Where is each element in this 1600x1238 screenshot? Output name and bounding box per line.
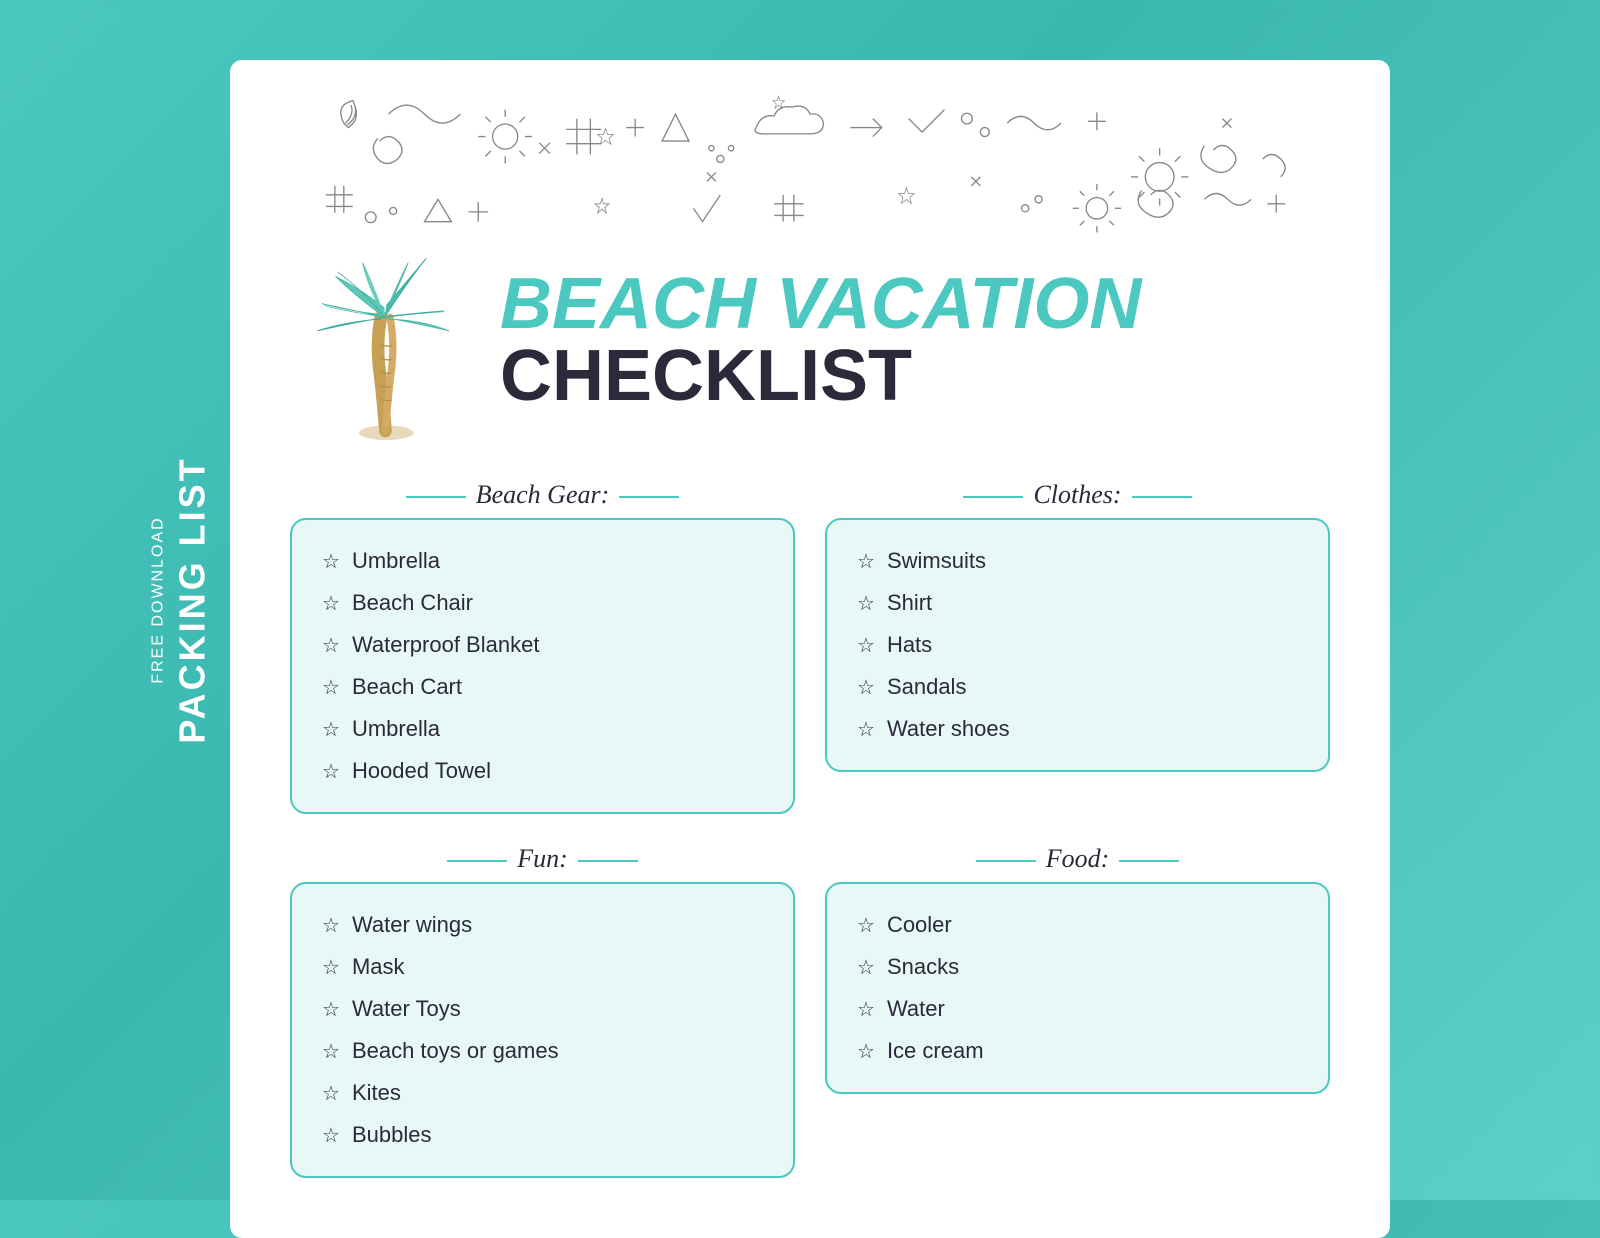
list-item-text: Water Toys	[352, 996, 461, 1022]
list-item: ☆ Hooded Towel	[322, 750, 763, 792]
star-icon: ☆	[857, 591, 875, 616]
list-item-text: Water shoes	[887, 716, 1010, 742]
category-box-clothes: ☆ Swimsuits ☆ Shirt ☆ Hats ☆ Sandals ☆ Water shoe…	[825, 518, 1330, 772]
star-icon: ☆	[322, 717, 340, 742]
list-item: ☆ Umbrella	[322, 708, 763, 750]
category-title-beach-gear: Beach Gear:	[290, 480, 795, 510]
star-icon: ☆	[322, 633, 340, 658]
list-item: ☆ Beach toys or games	[322, 1030, 763, 1072]
star-icon: ☆	[857, 717, 875, 742]
star-icon: ☆	[322, 549, 340, 574]
sidebar-packing-list: PACKING LIST	[172, 456, 214, 743]
title-line1: BEACH VACATION	[500, 268, 1141, 340]
list-item: ☆ Water Toys	[322, 988, 763, 1030]
star-icon: ☆	[322, 759, 340, 784]
list-item-text: Mask	[352, 954, 405, 980]
list-item-text: Umbrella	[352, 716, 440, 742]
star-icon: ☆	[857, 549, 875, 574]
star-icon: ☆	[322, 997, 340, 1022]
list-item-text: Bubbles	[352, 1122, 432, 1148]
list-item: ☆ Hats	[857, 624, 1298, 666]
list-item-text: Water wings	[352, 912, 472, 938]
list-item-text: Beach Chair	[352, 590, 473, 616]
category-title-food: Food:	[825, 844, 1330, 874]
palm-tree-icon	[310, 240, 470, 440]
list-item-text: Hats	[887, 632, 932, 658]
star-icon: ☆	[857, 675, 875, 700]
category-title-fun: Fun:	[290, 844, 795, 874]
list-item-text: Cooler	[887, 912, 952, 938]
doodle-header	[290, 60, 1330, 240]
list-item: ☆ Beach Cart	[322, 666, 763, 708]
list-item: ☆ Kites	[322, 1072, 763, 1114]
list-item: ☆ Water wings	[322, 904, 763, 946]
category-box-food: ☆ Cooler ☆ Snacks ☆ Water ☆ Ice cream	[825, 882, 1330, 1094]
star-icon: ☆	[857, 955, 875, 980]
list-item-text: Kites	[352, 1080, 401, 1106]
main-card: BEACH VACATION CHECKLIST Beach Gear: ☆ Umb…	[230, 60, 1390, 1238]
star-icon: ☆	[857, 997, 875, 1022]
category-title-clothes: Clothes:	[825, 480, 1330, 510]
star-icon: ☆	[322, 1081, 340, 1106]
title-text: BEACH VACATION CHECKLIST	[500, 268, 1141, 412]
list-item-text: Beach Cart	[352, 674, 462, 700]
list-item: ☆ Water shoes	[857, 708, 1298, 750]
sidebar-free-download: FREE DOWNLOAD	[150, 456, 168, 743]
list-item: ☆ Cooler	[857, 904, 1298, 946]
list-item: ☆ Umbrella	[322, 540, 763, 582]
list-item: ☆ Mask	[322, 946, 763, 988]
list-item-text: Sandals	[887, 674, 967, 700]
list-item: ☆ Snacks	[857, 946, 1298, 988]
list-item-text: Ice cream	[887, 1038, 984, 1064]
list-item: ☆ Sandals	[857, 666, 1298, 708]
title-section: BEACH VACATION CHECKLIST	[290, 240, 1330, 440]
list-item-text: Hooded Towel	[352, 758, 491, 784]
star-icon: ☆	[322, 1123, 340, 1148]
star-icon: ☆	[322, 675, 340, 700]
category-box-beach-gear: ☆ Umbrella ☆ Beach Chair ☆ Waterproof Blanket…	[290, 518, 795, 814]
list-item-text: Shirt	[887, 590, 932, 616]
list-item: ☆ Ice cream	[857, 1030, 1298, 1072]
category-box-fun: ☆ Water wings ☆ Mask ☆ Water Toys ☆ Beach toys …	[290, 882, 795, 1178]
sidebar: FREE DOWNLOAD PACKING LIST	[150, 456, 214, 743]
star-icon: ☆	[322, 913, 340, 938]
list-item: ☆ Waterproof Blanket	[322, 624, 763, 666]
star-icon: ☆	[857, 913, 875, 938]
list-item-text: Water	[887, 996, 945, 1022]
list-item-text: Waterproof Blanket	[352, 632, 540, 658]
list-item: ☆ Bubbles	[322, 1114, 763, 1156]
category-food: Food: ☆ Cooler ☆ Snacks ☆ Water ☆ Ice cream	[825, 844, 1330, 1178]
category-beach-gear: Beach Gear: ☆ Umbrella ☆ Beach Chair ☆ Waterpr…	[290, 480, 795, 814]
category-clothes: Clothes: ☆ Swimsuits ☆ Shirt ☆ Hats ☆ Sandals ☆ Wa…	[825, 480, 1330, 814]
list-item: ☆ Swimsuits	[857, 540, 1298, 582]
list-item-text: Snacks	[887, 954, 959, 980]
title-line2: CHECKLIST	[500, 340, 1141, 412]
list-item-text: Umbrella	[352, 548, 440, 574]
list-item: ☆ Water	[857, 988, 1298, 1030]
checklist-grid: Beach Gear: ☆ Umbrella ☆ Beach Chair ☆ Waterpr…	[290, 480, 1330, 1178]
category-fun: Fun: ☆ Water wings ☆ Mask ☆ Water Toys ☆ Beach t…	[290, 844, 795, 1178]
list-item-text: Swimsuits	[887, 548, 986, 574]
star-icon: ☆	[322, 1039, 340, 1064]
list-item-text: Beach toys or games	[352, 1038, 559, 1064]
star-icon: ☆	[322, 955, 340, 980]
list-item: ☆ Beach Chair	[322, 582, 763, 624]
star-icon: ☆	[322, 591, 340, 616]
list-item: ☆ Shirt	[857, 582, 1298, 624]
star-icon: ☆	[857, 1039, 875, 1064]
star-icon: ☆	[857, 633, 875, 658]
